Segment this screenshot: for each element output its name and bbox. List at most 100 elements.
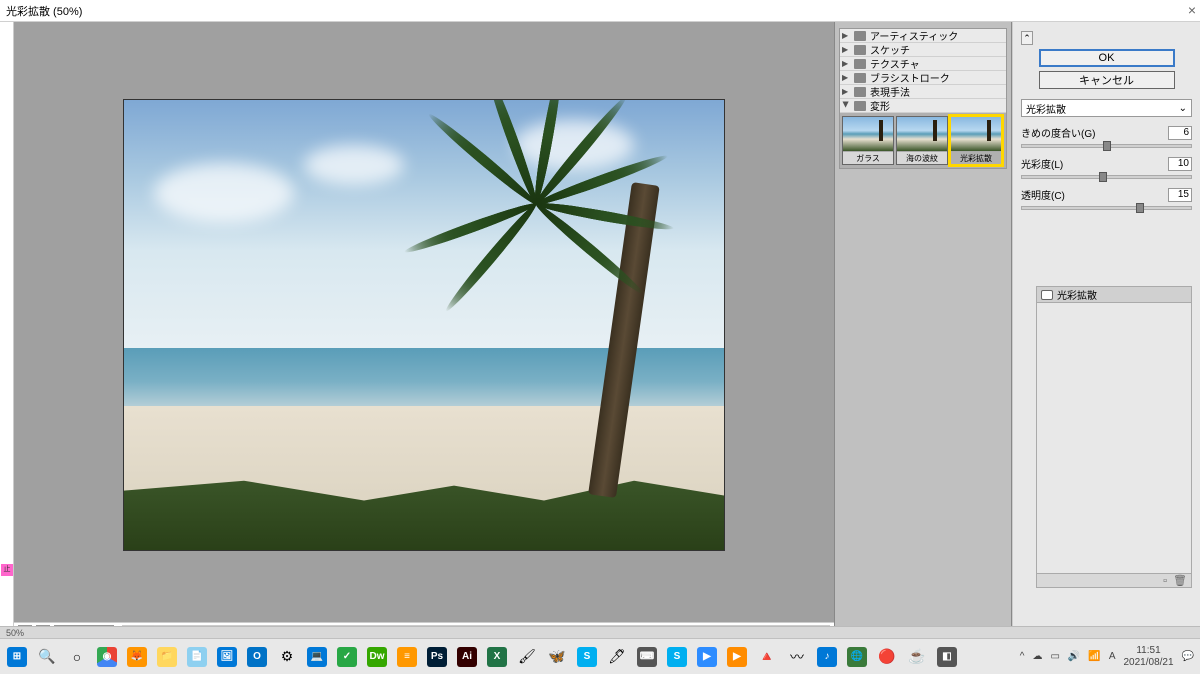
rdp-icon[interactable]: 💻 <box>306 646 328 668</box>
clock-date: 2021/08/21 <box>1123 657 1173 669</box>
visibility-icon[interactable] <box>1041 290 1053 300</box>
chevron-down-icon: ⌄ <box>1179 103 1187 114</box>
cloud-icon[interactable]: ☁ <box>1032 651 1042 662</box>
close-icon[interactable]: × <box>1188 2 1196 18</box>
settings-icon[interactable]: ⚙ <box>276 646 298 668</box>
firefox-icon[interactable]: 🦊 <box>126 646 148 668</box>
slider-thumb[interactable] <box>1099 172 1107 182</box>
wave-icon[interactable]: 〰 <box>786 646 808 668</box>
category-stylize[interactable]: ▶ 表現手法 <box>840 85 1006 99</box>
globe-icon[interactable]: 🌐 <box>846 646 868 668</box>
filter-panel: ▶ アーティスティック ▶ スケッチ ▶ テクスチャ ▶ ブラシストローク ▶ <box>834 22 1012 638</box>
folder-icon <box>854 73 866 83</box>
category-label: 表現手法 <box>870 84 910 99</box>
keyboard-icon[interactable]: ⌨ <box>636 646 658 668</box>
slider-glow[interactable] <box>1021 175 1192 179</box>
param-input-glow[interactable] <box>1168 157 1192 171</box>
dropdown-value: 光彩拡散 <box>1026 101 1066 116</box>
preview-image <box>124 100 724 550</box>
java-icon[interactable]: ☕ <box>906 646 928 668</box>
layers-footer: ▫ 🗑 <box>1037 573 1191 587</box>
skype2-icon[interactable]: S <box>666 646 688 668</box>
notepad-icon[interactable]: 📄 <box>186 646 208 668</box>
volume-icon[interactable]: 🔊 <box>1068 651 1080 662</box>
explorer-icon[interactable]: 📁 <box>156 646 178 668</box>
folder-icon <box>854 31 866 41</box>
filter-dropdown[interactable]: 光彩拡散 ⌄ <box>1021 99 1192 117</box>
titlebar: 光彩拡散 (50%) × <box>0 0 1200 22</box>
illustrator-icon[interactable]: Ai <box>456 646 478 668</box>
layer-name: 光彩拡散 <box>1057 287 1097 302</box>
canvas-area: − + <box>14 22 834 638</box>
ok-button[interactable]: OK <box>1039 49 1175 67</box>
category-label: テクスチャ <box>870 56 920 71</box>
effect-layers-panel: 光彩拡散 ▫ 🗑 <box>1036 286 1192 588</box>
param-label: 光彩度(L) <box>1021 156 1063 171</box>
photos-icon[interactable]: 🖼 <box>216 646 238 668</box>
filter-thumb-glass[interactable]: ガラス <box>842 116 894 165</box>
media-icon[interactable]: ▶ <box>726 646 748 668</box>
category-brush[interactable]: ▶ ブラシストローク <box>840 71 1006 85</box>
new-layer-icon[interactable]: ▫ <box>1163 575 1167 587</box>
taskbar: ⊞ 🔍 ○ ◉ 🦊 📁 📄 🖼 O ⚙ 💻 ✓ Dw ≡ Ps Ai X 🖌 🦋… <box>0 638 1200 674</box>
clock-time: 11:51 <box>1123 645 1173 657</box>
butterfly-icon[interactable]: 🦋 <box>546 646 568 668</box>
thumb-label: 光彩拡散 <box>951 151 1001 164</box>
thumb-label: ガラス <box>843 151 893 164</box>
filter-thumb-diffuse-glow[interactable]: 光彩拡散 <box>950 116 1002 165</box>
task-icon[interactable]: ✓ <box>336 646 358 668</box>
cortana-icon[interactable]: ○ <box>66 646 88 668</box>
window-title: 光彩拡散 (50%) <box>6 3 82 19</box>
thumb-label: 海の波紋 <box>897 151 947 164</box>
expand-icon: ▶ <box>842 59 850 68</box>
slider-clear[interactable] <box>1021 206 1192 210</box>
folder-icon <box>854 101 866 111</box>
record-icon[interactable]: 🔴 <box>876 646 898 668</box>
chrome-icon[interactable]: ◉ <box>96 646 118 668</box>
filter-category-list: ▶ アーティスティック ▶ スケッチ ▶ テクスチャ ▶ ブラシストローク ▶ <box>839 28 1007 169</box>
param-input-graininess[interactable] <box>1168 126 1192 140</box>
zoom-icon[interactable]: ▶ <box>696 646 718 668</box>
category-artistic[interactable]: ▶ アーティスティック <box>840 29 1006 43</box>
music-icon[interactable]: ♪ <box>816 646 838 668</box>
ime-icon[interactable]: A <box>1109 651 1116 662</box>
start-button[interactable]: ⊞ <box>6 646 28 668</box>
param-graininess: きめの度合い(G) <box>1021 125 1192 148</box>
excel-icon[interactable]: X <box>486 646 508 668</box>
main-content: 止 − + <box>0 22 1200 638</box>
category-label: スケッチ <box>870 42 910 57</box>
wifi-icon[interactable]: 📶 <box>1088 651 1100 662</box>
category-distort[interactable]: ▶ 変形 <box>840 99 1006 113</box>
tray-up-icon[interactable]: ^ <box>1020 651 1025 662</box>
category-sketch[interactable]: ▶ スケッチ <box>840 43 1006 57</box>
param-label: 透明度(C) <box>1021 187 1065 202</box>
expand-icon: ▶ <box>842 73 850 82</box>
filter-thumb-ocean-ripple[interactable]: 海の波紋 <box>896 116 948 165</box>
vlc-icon[interactable]: 🔺 <box>756 646 778 668</box>
category-texture[interactable]: ▶ テクスチャ <box>840 57 1006 71</box>
search-icon[interactable]: 🔍 <box>36 646 58 668</box>
battery-icon[interactable]: ▭ <box>1050 651 1059 662</box>
folder-icon <box>854 87 866 97</box>
notifications-icon[interactable]: 💬 <box>1182 651 1194 662</box>
left-ruler: 止 <box>0 22 14 638</box>
app-icon[interactable]: ◧ <box>936 646 958 668</box>
photoshop-icon[interactable]: Ps <box>426 646 448 668</box>
brush-icon[interactable]: 🖊 <box>606 646 628 668</box>
layer-row[interactable]: 光彩拡散 <box>1037 287 1191 303</box>
slider-thumb[interactable] <box>1136 203 1144 213</box>
clock[interactable]: 11:51 2021/08/21 <box>1123 645 1173 669</box>
sublime-icon[interactable]: ≡ <box>396 646 418 668</box>
cancel-button[interactable]: キャンセル <box>1039 71 1175 89</box>
slider-thumb[interactable] <box>1103 141 1111 151</box>
filter-thumbnails: ガラス 海の波紋 光彩拡散 <box>840 113 1006 168</box>
ruler-marker: 止 <box>1 564 13 576</box>
slider-graininess[interactable] <box>1021 144 1192 148</box>
outlook-icon[interactable]: O <box>246 646 268 668</box>
dreamweaver-icon[interactable]: Dw <box>366 646 388 668</box>
skype-icon[interactable]: S <box>576 646 598 668</box>
paint-icon[interactable]: 🖌 <box>516 646 538 668</box>
panel-collapse-button[interactable]: ⌃ <box>1021 31 1033 45</box>
param-input-clear[interactable] <box>1168 188 1192 202</box>
delete-layer-icon[interactable]: 🗑 <box>1173 574 1187 587</box>
